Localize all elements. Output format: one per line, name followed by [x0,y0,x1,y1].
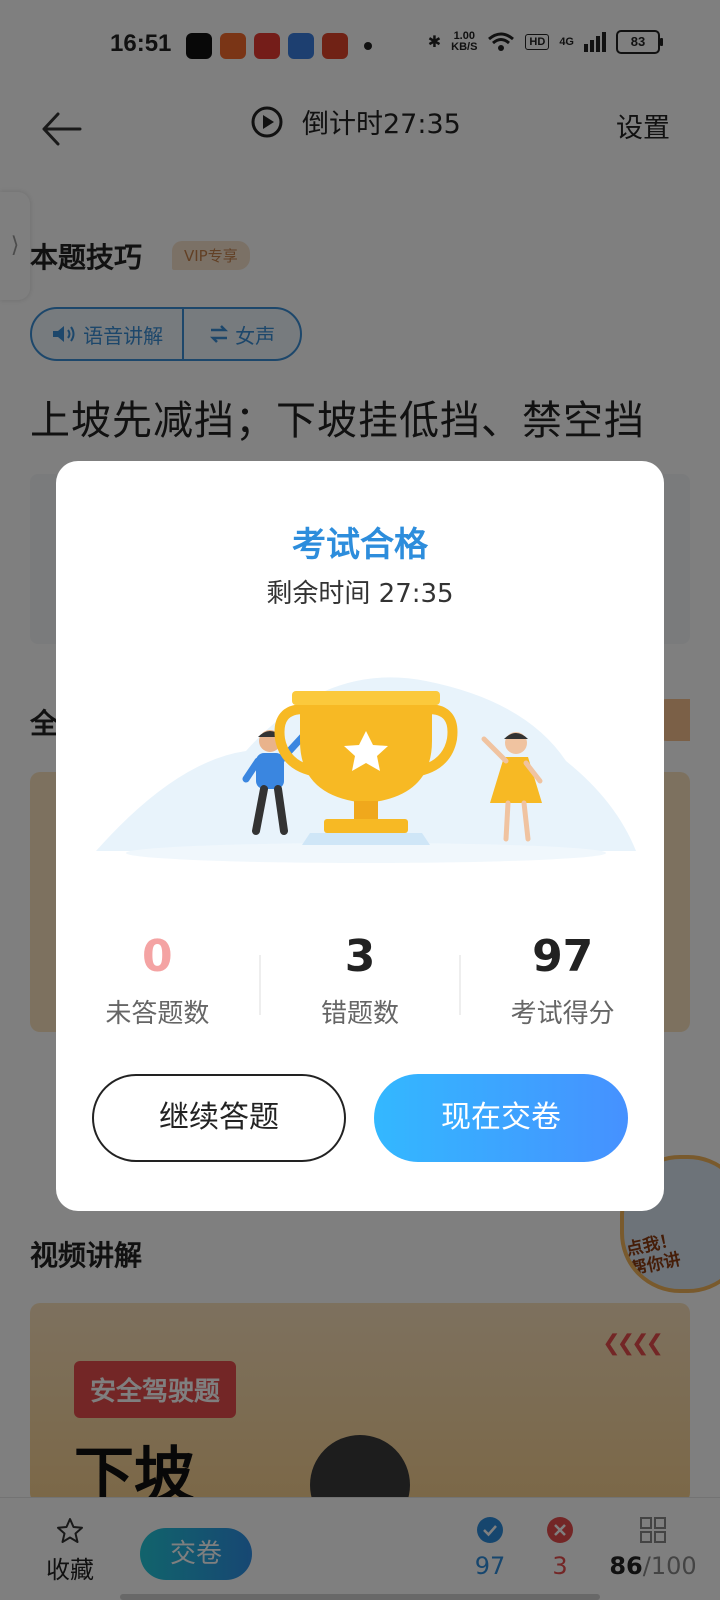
score-label: 考试得分 [510,999,615,1029]
result-stats: 0 未答题数 3 错题数 97 考试得分 [56,931,664,1030]
wrong-value: 3 [344,931,376,982]
exam-result-dialog: 考试合格 剩余时间 27:35 0 未答题数 3 错题数 97 考试得分 继续答… [56,461,664,1211]
unanswered-label: 未答题数 [105,999,210,1029]
wrong-label: 错题数 [321,999,400,1029]
trophy-icon [96,677,636,863]
continue-answering-button[interactable]: 继续答题 [92,1074,346,1162]
remaining-time: 剩余时间 27:35 [266,579,454,609]
wrong-stat: 3 错题数 [258,931,462,1030]
score-value: 97 [532,931,594,982]
dialog-title: 考试合格 [292,525,428,565]
exam-page: 16:51 ✱ 1.00 KB/S HD 4G [0,0,720,1601]
unanswered-stat: 0 未答题数 [56,931,259,1030]
score-stat: 97 考试得分 [461,931,664,1030]
stat-divider [258,955,261,1015]
submit-now-button[interactable]: 现在交卷 [374,1074,628,1162]
unanswered-value: 0 [142,931,173,982]
